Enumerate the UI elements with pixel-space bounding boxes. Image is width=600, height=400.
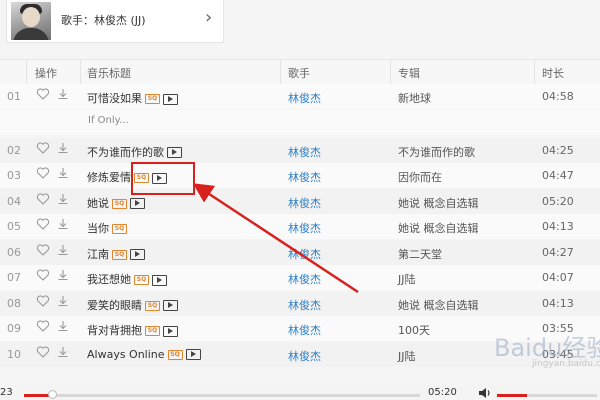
volume-icon[interactable]: [478, 387, 492, 399]
total-time: 05:20: [428, 387, 457, 398]
volume-slider[interactable]: [497, 394, 597, 397]
player-bar: 23 05:20: [0, 385, 600, 400]
elapsed-time: 23: [0, 387, 13, 398]
volume-fill: [497, 394, 527, 397]
progress-knob[interactable]: [47, 390, 57, 399]
progress-bar[interactable]: [24, 390, 420, 399]
watermark: Baidu经验 jingyan.baidu.com: [494, 334, 600, 369]
